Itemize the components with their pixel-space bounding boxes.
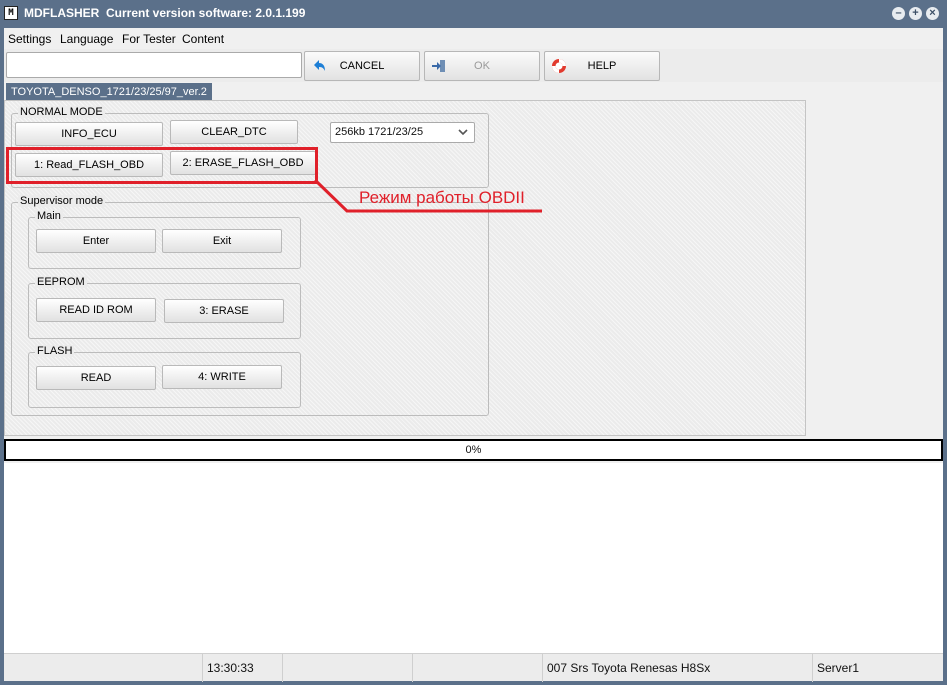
cancel-label: CANCEL [339, 60, 385, 72]
status-cell-empty-3 [413, 654, 543, 682]
ok-button[interactable]: OK [424, 51, 540, 81]
close-button[interactable]: × [926, 7, 939, 20]
memory-size-select[interactable]: 256kb 1721/23/25 [330, 122, 475, 143]
minimize-button[interactable]: – [892, 7, 905, 20]
app-logo-icon: M [4, 6, 18, 20]
progress-text: 0% [465, 444, 482, 456]
log-output[interactable] [4, 463, 943, 653]
status-time: 13:30:33 [203, 654, 283, 682]
status-bar: 13:30:33 007 Srs Toyota Renesas H8Sx Ser… [4, 653, 943, 682]
status-cell-empty-2 [283, 654, 413, 682]
menu-content[interactable]: Content [182, 32, 224, 46]
flash-group-title: FLASH [35, 345, 75, 357]
eeprom-group: EEPROM READ ID ROM 3: ERASE [28, 276, 301, 339]
info-ecu-button[interactable]: INFO_ECU [15, 122, 163, 146]
main-group: Main Enter Exit [28, 210, 301, 269]
eeprom-erase-button[interactable]: 3: ERASE [164, 299, 284, 323]
help-label: HELP [587, 60, 617, 72]
eeprom-group-title: EEPROM [35, 276, 87, 288]
menu-language[interactable]: Language [60, 32, 113, 46]
status-device: 007 Srs Toyota Renesas H8Sx [543, 654, 813, 682]
enter-button[interactable]: Enter [36, 229, 156, 253]
tab-bar: TOYOTA_DENSO_1721/23/25/97_ver.2 [4, 82, 943, 101]
flash-read-button[interactable]: READ [36, 366, 156, 390]
menu-settings[interactable]: Settings [8, 32, 51, 46]
maximize-button[interactable]: + [909, 7, 922, 20]
main-group-title: Main [35, 210, 63, 222]
tab-toyota-denso[interactable]: TOYOTA_DENSO_1721/23/25/97_ver.2 [6, 83, 212, 101]
app-window: M MDFLASHER Current version software: 2.… [0, 0, 947, 685]
title-bar[interactable]: M MDFLASHER Current version software: 2.… [0, 0, 947, 28]
menu-bar: Settings Language For Tester Content [4, 28, 943, 49]
memory-size-value: 256kb 1721/23/25 [335, 126, 424, 138]
toolbar: CANCEL OK HELP [4, 49, 943, 82]
command-input[interactable] [6, 52, 302, 78]
obd-mode-annotation: Режим работы OBDII [359, 188, 525, 207]
chevron-down-icon [458, 129, 468, 136]
flash-group: FLASH READ 4: WRITE [28, 345, 301, 408]
window-title: MDFLASHER Current version software: 2.0.… [24, 6, 306, 20]
progress-bar: 0% [4, 439, 943, 461]
exit-button[interactable]: Exit [162, 229, 282, 253]
ok-label: OK [474, 60, 490, 72]
login-door-icon [432, 60, 445, 72]
status-cell-empty-1 [4, 654, 203, 682]
cancel-button[interactable]: CANCEL [304, 51, 420, 81]
status-server: Server1 [817, 661, 860, 675]
supervisor-mode-title: Supervisor mode [18, 195, 106, 207]
lifebuoy-icon [552, 59, 566, 73]
obd-highlight-box [6, 147, 318, 184]
client-area: Settings Language For Tester Content CAN… [4, 28, 943, 682]
undo-arrow-icon [314, 60, 325, 71]
menu-for-tester[interactable]: For Tester [122, 32, 176, 46]
supervisor-mode-group: Supervisor mode Main Enter Exit EEPROM R… [11, 195, 489, 416]
flash-write-button[interactable]: 4: WRITE [162, 365, 282, 389]
read-id-rom-button[interactable]: READ ID ROM [36, 298, 156, 322]
clear-dtc-button[interactable]: CLEAR_DTC [170, 120, 298, 144]
normal-mode-title: NORMAL MODE [18, 106, 105, 118]
help-button[interactable]: HELP [544, 51, 660, 81]
